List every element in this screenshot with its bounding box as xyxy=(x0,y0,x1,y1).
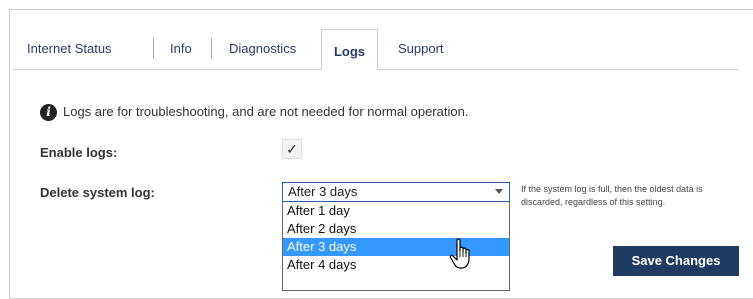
tab-info[interactable]: Info xyxy=(170,41,192,56)
info-message: i Logs are for troubleshooting, and are n… xyxy=(40,104,469,122)
option-after-4-days[interactable]: After 4 days xyxy=(283,256,509,274)
option-after-1-day[interactable]: After 1 day xyxy=(283,202,509,220)
tab-bar: Internet Status Info Diagnostics Logs Su… xyxy=(13,29,738,70)
delete-log-select[interactable]: After 3 days xyxy=(282,182,510,202)
enable-logs-checkbox[interactable]: ✓ xyxy=(282,139,302,159)
tab-internet-status[interactable]: Internet Status xyxy=(27,41,112,56)
tab-separator xyxy=(153,38,154,59)
delete-log-help-text: If the system log is full, then the olde… xyxy=(521,184,703,207)
tab-logs[interactable]: Logs xyxy=(321,29,378,70)
option-after-3-days[interactable]: After 3 days xyxy=(283,238,509,256)
info-text: Logs are for troubleshooting, and are no… xyxy=(63,104,469,119)
select-value: After 3 days xyxy=(288,184,358,199)
tab-diagnostics[interactable]: Diagnostics xyxy=(229,41,296,56)
option-after-2-days[interactable]: After 2 days xyxy=(283,220,509,238)
tab-support[interactable]: Support xyxy=(398,41,444,56)
chevron-down-icon[interactable] xyxy=(495,189,503,194)
tab-separator xyxy=(211,38,212,59)
delete-log-label: Delete system log: xyxy=(40,185,155,200)
delete-log-options: After 1 day After 2 days After 3 days Af… xyxy=(282,202,510,291)
enable-logs-label: Enable logs: xyxy=(40,145,118,160)
info-icon: i xyxy=(40,104,57,122)
save-changes-button[interactable]: Save Changes xyxy=(613,246,739,276)
